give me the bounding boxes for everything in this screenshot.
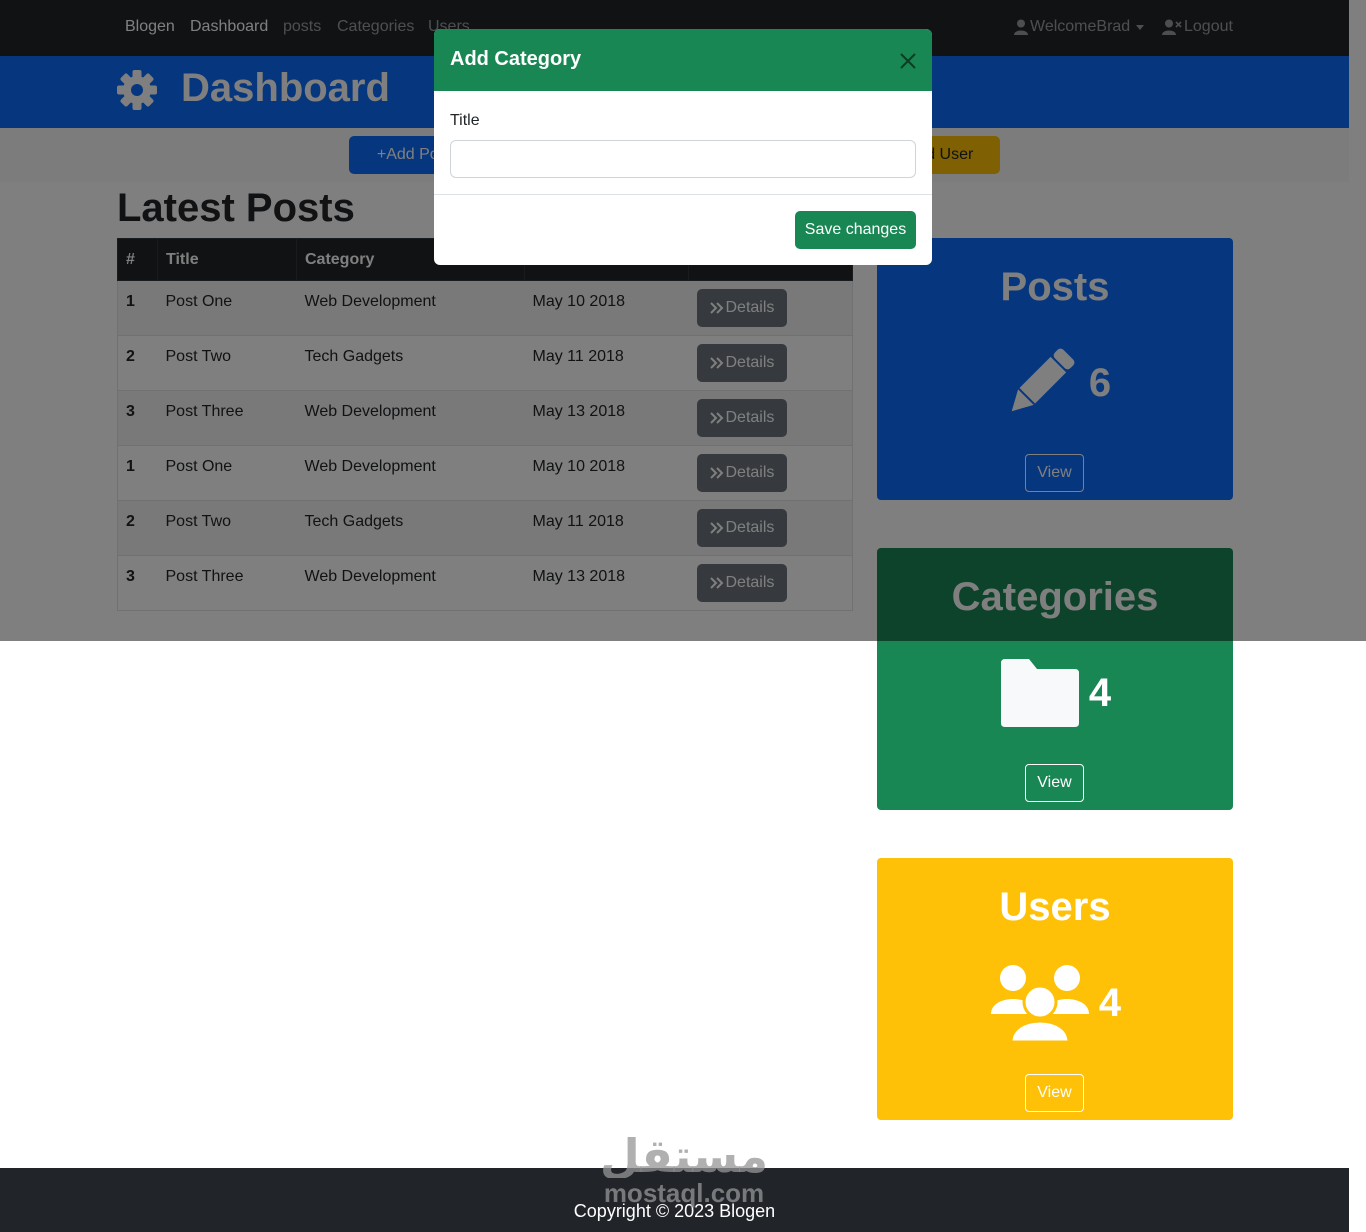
modal-title: Add Category	[450, 48, 582, 70]
title-field-label: Title	[450, 112, 480, 129]
watermark-logo: مستقل mostaql.com	[600, 1128, 768, 1208]
users-icon	[990, 965, 1089, 1044]
users-view-button[interactable]: View	[1025, 1074, 1084, 1112]
categories-view-button[interactable]: View	[1025, 764, 1084, 802]
modal-footer-divider	[434, 194, 932, 195]
users-count: 4	[1098, 980, 1122, 1025]
users-card: Users 4 View	[877, 858, 1233, 1120]
svg-text:مستقل: مستقل	[600, 1129, 768, 1178]
modal-header: Add Category	[434, 29, 932, 91]
close-icon[interactable]	[899, 52, 917, 70]
category-title-input[interactable]	[450, 140, 916, 178]
folder-icon	[1000, 659, 1079, 727]
add-category-modal: Add Category Title Save changes	[434, 29, 932, 265]
watermark-text: mostaql.com	[603, 1178, 765, 1208]
save-changes-button[interactable]: Save changes	[795, 211, 916, 249]
categories-count: 4	[1088, 670, 1112, 715]
users-card-title: Users	[999, 885, 1111, 929]
mostaql-logo-icon: مستقل	[600, 1129, 768, 1183]
